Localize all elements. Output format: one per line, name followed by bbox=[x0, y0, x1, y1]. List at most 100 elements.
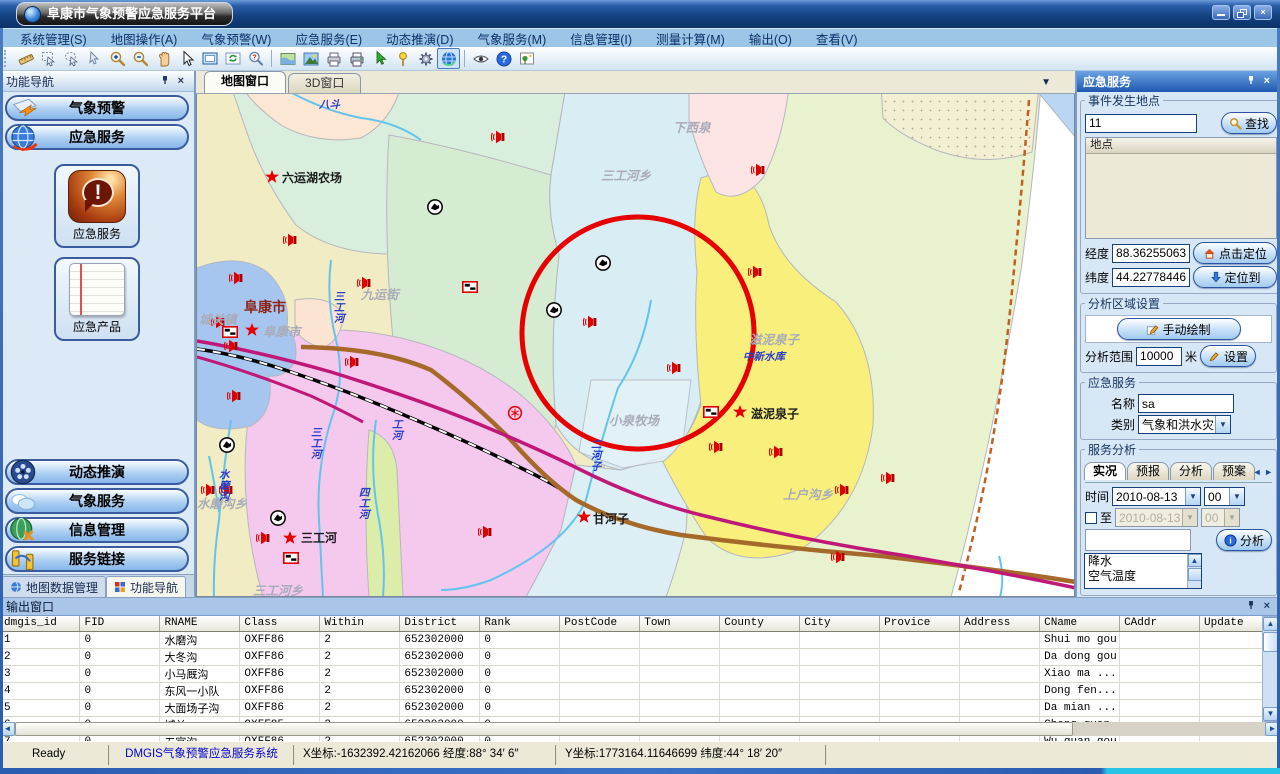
latitude-field[interactable] bbox=[1112, 268, 1190, 287]
menu-item-5[interactable]: 气象服务(M) bbox=[466, 29, 559, 48]
toolbar-grip[interactable] bbox=[4, 50, 10, 67]
station-flag-icon[interactable] bbox=[463, 282, 477, 292]
column-header-Provice[interactable]: Provice bbox=[880, 616, 960, 631]
pan-button[interactable] bbox=[152, 48, 175, 69]
table-row[interactable]: 20大冬沟OXFF8626523020000Da dong gou bbox=[0, 648, 1280, 665]
table-row[interactable]: 50大面场子沟OXFF8626523020000Da mian ... bbox=[0, 699, 1280, 716]
analysis-tab-2[interactable]: 分析 bbox=[1170, 462, 1212, 480]
nav-button-film[interactable]: 动态推演 bbox=[5, 459, 189, 485]
map-tab-0[interactable]: 地图窗口 bbox=[204, 71, 286, 93]
menu-item-0[interactable]: 系统管理(S) bbox=[8, 29, 99, 48]
menu-item-1[interactable]: 地图操作(A) bbox=[99, 29, 190, 48]
goto-location-button[interactable]: 定位到 bbox=[1193, 266, 1277, 288]
station-flag-icon[interactable] bbox=[704, 407, 718, 417]
element-listbox[interactable]: 降水空气温度 ▲ bbox=[1084, 553, 1202, 589]
minimize-button[interactable] bbox=[1212, 5, 1230, 20]
export-image-button[interactable] bbox=[515, 48, 538, 69]
analyze-button[interactable]: i 分析 bbox=[1216, 529, 1272, 551]
monitor-camera-icon[interactable] bbox=[428, 200, 442, 214]
column-header-RNAME[interactable]: RNAME bbox=[160, 616, 240, 631]
column-header-FID[interactable]: FID bbox=[80, 616, 160, 631]
nav-button-cloud[interactable]: 气象服务 bbox=[5, 488, 189, 514]
element-value-box[interactable] bbox=[1085, 529, 1191, 551]
column-header-dmgis_id[interactable]: dmgis_id bbox=[0, 616, 80, 631]
monitor-camera-icon[interactable] bbox=[271, 511, 285, 525]
location-result-list[interactable]: 地点 bbox=[1085, 137, 1277, 239]
menu-item-3[interactable]: 应急服务(E) bbox=[283, 29, 374, 48]
set-range-button[interactable]: 设置 bbox=[1200, 345, 1256, 367]
nav-button-info-globe[interactable]: 信息管理 bbox=[5, 517, 189, 543]
menu-item-4[interactable]: 动态推演(D) bbox=[374, 29, 465, 48]
analysis-range-input[interactable] bbox=[1136, 347, 1182, 366]
hour-select[interactable]: 00 ▼ bbox=[1204, 487, 1245, 506]
measure-button[interactable] bbox=[14, 48, 37, 69]
column-header-CAddr[interactable]: CAddr bbox=[1120, 616, 1200, 631]
place-pin-button[interactable] bbox=[391, 48, 414, 69]
manual-draw-button[interactable]: 手动绘制 bbox=[1117, 318, 1241, 340]
menu-item-7[interactable]: 测量计算(M) bbox=[644, 29, 737, 48]
element-list-item[interactable]: 降水 bbox=[1088, 554, 1201, 569]
left-panel-tab-nav-tab[interactable]: 功能导航 bbox=[106, 576, 186, 597]
print-button[interactable] bbox=[322, 48, 345, 69]
pin-icon[interactable] bbox=[1242, 600, 1260, 613]
column-header-Class[interactable]: Class bbox=[240, 616, 320, 631]
service-name-input[interactable] bbox=[1138, 394, 1234, 413]
select-rect-button[interactable] bbox=[37, 48, 60, 69]
settings-button[interactable] bbox=[414, 48, 437, 69]
to-time-checkbox[interactable] bbox=[1085, 512, 1097, 524]
table-row[interactable]: 40东风一小队OXFF8626523020000Dong fen... bbox=[0, 682, 1280, 699]
menu-item-9[interactable]: 查看(V) bbox=[804, 29, 870, 48]
refresh-button[interactable] bbox=[221, 48, 244, 69]
nav-button-weather-warning[interactable]: 气象预警 bbox=[5, 95, 189, 121]
station-flag-icon[interactable] bbox=[223, 327, 237, 337]
column-header-County[interactable]: County bbox=[720, 616, 800, 631]
shortcut-emergency-alert-button[interactable]: !应急服务 bbox=[54, 164, 140, 248]
analysis-tab-1[interactable]: 预报 bbox=[1127, 462, 1169, 480]
select-shape-button[interactable] bbox=[60, 48, 83, 69]
column-header-Rank[interactable]: Rank bbox=[480, 616, 560, 631]
zoom-in-button[interactable] bbox=[106, 48, 129, 69]
left-panel-tab-globe-tab[interactable]: 地图数据管理 bbox=[2, 576, 106, 597]
close-icon[interactable]: × bbox=[174, 76, 188, 87]
pick-green-button[interactable] bbox=[368, 48, 391, 69]
globe-service-button[interactable] bbox=[437, 48, 460, 69]
search-button[interactable]: 查找 bbox=[1221, 112, 1277, 134]
column-header-District[interactable]: District bbox=[400, 616, 480, 631]
help-button[interactable]: ? bbox=[492, 48, 515, 69]
monitor-camera-icon[interactable] bbox=[596, 256, 610, 270]
analysis-tab-3[interactable]: 预案 bbox=[1213, 462, 1255, 480]
table-row[interactable]: 30小马厩沟OXFF8626523020000Xiao ma ... bbox=[0, 665, 1280, 682]
identify-button[interactable]: ? bbox=[244, 48, 267, 69]
close-icon[interactable]: × bbox=[1260, 601, 1274, 612]
column-header-Within[interactable]: Within bbox=[320, 616, 400, 631]
pin-icon[interactable] bbox=[156, 75, 174, 88]
close-button[interactable]: × bbox=[1254, 5, 1272, 20]
eye-button[interactable] bbox=[469, 48, 492, 69]
full-extent-button[interactable] bbox=[198, 48, 221, 69]
menu-item-2[interactable]: 气象预警(W) bbox=[189, 29, 283, 48]
pointer-button[interactable] bbox=[175, 48, 198, 69]
analysis-tab-0[interactable]: 实况 bbox=[1084, 462, 1126, 480]
column-header-City[interactable]: City bbox=[800, 616, 880, 631]
plot-button[interactable] bbox=[345, 48, 368, 69]
click-locate-button[interactable]: 点击定位 bbox=[1193, 242, 1277, 264]
table-horizontal-scrollbar[interactable]: ◄ ► bbox=[0, 722, 1280, 736]
map-canvas[interactable]: 八斗六运湖农场三工河乡下西泉九运街阜康市城关镇阜康市滋泥泉子中新水库小泉牧场滋泥… bbox=[196, 94, 1075, 597]
monitor-camera-icon[interactable] bbox=[220, 438, 234, 452]
shortcut-emergency-product-button[interactable]: 应急产品 bbox=[54, 257, 140, 341]
listbox-scrollbar[interactable]: ▲ bbox=[1187, 554, 1201, 588]
table-row[interactable]: 10水磨沟OXFF8626523020000Shui mo gou bbox=[0, 631, 1280, 648]
menu-item-8[interactable]: 输出(O) bbox=[737, 29, 804, 48]
column-header-Address[interactable]: Address bbox=[960, 616, 1040, 631]
column-header-Town[interactable]: Town bbox=[640, 616, 720, 631]
longitude-field[interactable] bbox=[1112, 244, 1190, 263]
scene-view-button[interactable] bbox=[299, 48, 322, 69]
station-flag-icon[interactable] bbox=[284, 553, 298, 563]
menu-item-6[interactable]: 信息管理(I) bbox=[558, 29, 644, 48]
map-tab-dropdown-icon[interactable]: ▼ bbox=[1041, 77, 1051, 88]
location-search-input[interactable] bbox=[1085, 114, 1197, 133]
column-header-CName[interactable]: CName bbox=[1040, 616, 1120, 631]
zoom-out-button[interactable] bbox=[129, 48, 152, 69]
select-arrow-button[interactable] bbox=[83, 48, 106, 69]
map-tab-1[interactable]: 3D窗口 bbox=[288, 73, 361, 93]
